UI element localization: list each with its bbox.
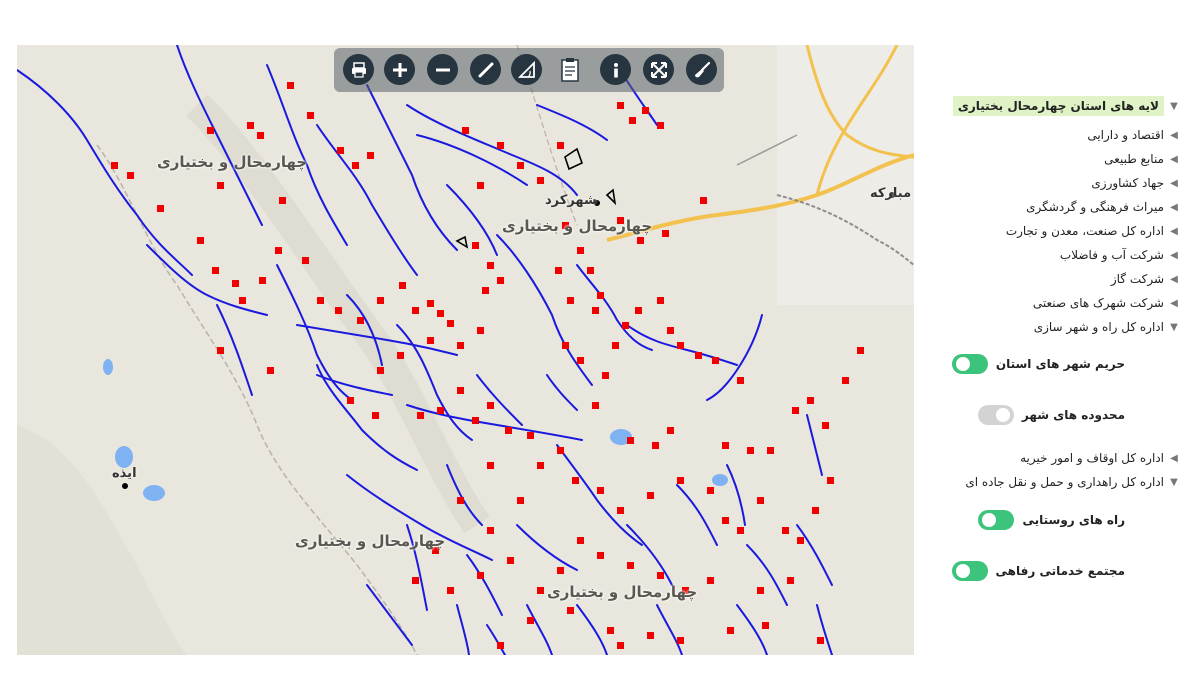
caret-down-icon[interactable]: ▼ xyxy=(1168,477,1180,488)
layer-group-label: شرکت آب و فاضلاب xyxy=(1059,248,1164,262)
layer-toggle-label: محدوده های شهر xyxy=(1021,408,1125,422)
caret-left-icon[interactable]: ◀ xyxy=(1168,202,1180,213)
info-icon[interactable] xyxy=(600,54,631,85)
caret-left-icon[interactable]: ◀ xyxy=(1168,178,1180,189)
caret-left-icon[interactable]: ◀ xyxy=(1168,274,1180,285)
layer-group-label: اقتصاد و دارایی xyxy=(1087,128,1164,142)
zoom-in-icon[interactable] xyxy=(384,54,415,85)
measure-angle-icon[interactable] xyxy=(511,54,542,85)
layer-panel: ▼ لایه های استان چهارمحال بختیاری ◀ اقتص… xyxy=(920,90,1180,610)
layer-group-label: شرکت گاز xyxy=(1110,272,1164,286)
province-label-sw: چهارمحال و بختیاری xyxy=(295,532,446,550)
map-toolbar xyxy=(334,48,724,92)
layer-group-awqaf[interactable]: ◀ اداره کل اوقاف و امور خیریه xyxy=(1020,448,1180,468)
layer-root[interactable]: ▼ لایه های استان چهارمحال بختیاری xyxy=(952,96,1180,116)
caret-down-icon[interactable]: ▼ xyxy=(1168,322,1180,333)
layer-group-economy[interactable]: ◀ اقتصاد و دارایی xyxy=(1087,125,1180,145)
caret-left-icon[interactable]: ◀ xyxy=(1168,130,1180,141)
full-extent-icon[interactable] xyxy=(643,54,674,85)
layer-group-industry[interactable]: ◀ اداره کل صنعت، معدن و تجارت xyxy=(1006,221,1180,241)
layer-toggle-label: راه های روستایی xyxy=(1022,513,1125,527)
city-label-mobarakeh: مبارکه xyxy=(870,186,912,201)
layer-toggle-label: مجتمع خدماتی رفاهی xyxy=(995,564,1125,578)
layer-group-label: اداره کل راهداری و حمل و نقل جاده ای xyxy=(965,475,1164,489)
layer-group-roads-urban[interactable]: ▼ اداره کل راه و شهر سازی xyxy=(1034,317,1180,337)
layer-city-buffer: حریم شهر های استان xyxy=(951,352,1125,376)
caret-down-icon[interactable]: ▼ xyxy=(1168,101,1180,112)
layer-group-label: اداره کل صنعت، معدن و تجارت xyxy=(1005,224,1164,238)
map-view[interactable]: چهارمحال و بختیاری چهارمحال و بختیاری چه… xyxy=(17,45,914,655)
map-basemap xyxy=(17,45,914,655)
toggle-switch[interactable] xyxy=(951,354,988,374)
layer-group-label: جهاد کشاورزی xyxy=(1091,176,1164,190)
layer-group-water[interactable]: ◀ شرکت آب و فاضلاب xyxy=(1060,245,1180,265)
layer-service-complex: مجتمع خدماتی رفاهی xyxy=(951,559,1125,583)
layer-rural-roads: راه های روستایی xyxy=(978,508,1125,532)
toggle-switch[interactable] xyxy=(951,561,988,581)
caret-left-icon[interactable]: ◀ xyxy=(1168,250,1180,261)
layer-group-industrial-parks[interactable]: ◀ شرکت شهرک های صنعتی xyxy=(1033,293,1180,313)
layer-group-natural-resources[interactable]: ◀ منابع طبیعی xyxy=(1104,149,1180,169)
caret-left-icon[interactable]: ◀ xyxy=(1168,453,1180,464)
layer-group-gas[interactable]: ◀ شرکت گاز xyxy=(1111,269,1180,289)
layer-group-label: اداره کل راه و شهر سازی xyxy=(1033,320,1164,334)
layer-group-transport[interactable]: ▼ اداره کل راهداری و حمل و نقل جاده ای xyxy=(965,472,1180,492)
toggle-switch[interactable] xyxy=(977,405,1014,425)
city-label-izeh: ایذه xyxy=(112,466,137,481)
province-label-center: چهارمحال و بختیاری xyxy=(502,217,653,235)
caret-left-icon[interactable]: ◀ xyxy=(1168,226,1180,237)
layer-toggle-label: حریم شهر های استان xyxy=(995,357,1125,371)
zoom-out-icon[interactable] xyxy=(427,54,458,85)
clear-icon[interactable] xyxy=(686,54,717,85)
toggle-switch[interactable] xyxy=(978,510,1015,530)
province-label-nw: چهارمحال و بختیاری xyxy=(157,153,308,171)
layer-group-label: اداره کل اوقاف و امور خیریه xyxy=(1020,451,1164,465)
layer-root-label: لایه های استان چهارمحال بختیاری xyxy=(952,96,1164,116)
layer-group-label: میراث فرهنگی و گردشگری xyxy=(1026,200,1164,214)
layer-group-agriculture[interactable]: ◀ جهاد کشاورزی xyxy=(1091,173,1180,193)
province-label-s: چهارمحال و بختیاری xyxy=(547,583,698,601)
layer-group-heritage[interactable]: ◀ میراث فرهنگی و گردشگری xyxy=(1026,197,1180,217)
caret-left-icon[interactable]: ◀ xyxy=(1168,298,1180,309)
print-icon[interactable] xyxy=(343,54,374,85)
layer-group-label: منابع طبیعی xyxy=(1104,152,1164,166)
layer-city-limits: محدوده های شهر xyxy=(977,403,1125,427)
report-icon[interactable] xyxy=(554,54,585,85)
draw-line-icon[interactable] xyxy=(470,54,501,85)
caret-left-icon[interactable]: ◀ xyxy=(1168,154,1180,165)
city-label-shahrekord: شهرکرد xyxy=(545,193,597,208)
layer-group-label: شرکت شهرک های صنعتی xyxy=(1032,296,1164,310)
